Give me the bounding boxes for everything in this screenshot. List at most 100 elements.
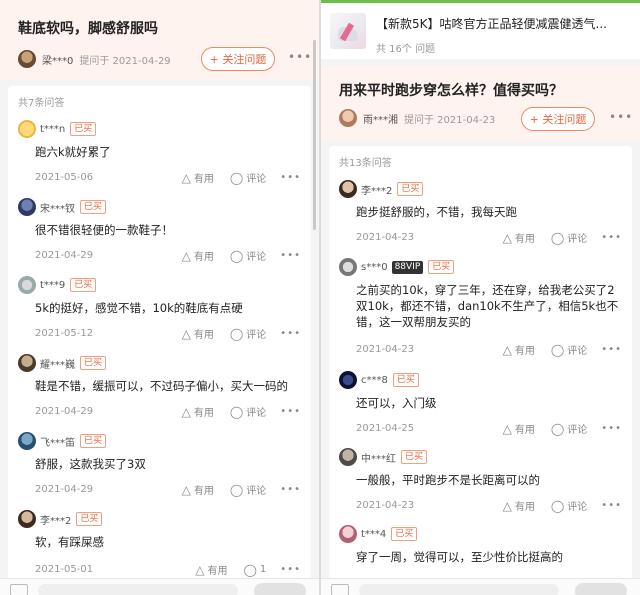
answer-item: t***n 已买 跑六k就好累了 2021-05-06 △ 有用 ◯ 评论 ••• bbox=[8, 120, 311, 198]
more-options-icon[interactable]: ••• bbox=[288, 50, 312, 64]
left-qa-panel: 鞋底软吗，脚感舒服吗 梁***0 提问于 2021-04-29 + 关注问题 •… bbox=[0, 0, 319, 595]
comment-button[interactable]: ◯ 1 bbox=[243, 563, 266, 577]
useful-button[interactable]: △ 有用 bbox=[195, 562, 227, 578]
user-avatar[interactable] bbox=[18, 120, 36, 138]
answer-item: s***0 88VIP 已买 之前买的10k，穿了三年，还在穿，给我老公买了2双10… bbox=[329, 258, 632, 370]
more-dots-icon[interactable]: ••• bbox=[280, 328, 301, 339]
answer-date: 2021-04-23 bbox=[356, 344, 415, 355]
follow-question-button[interactable]: + 关注问题 bbox=[201, 47, 275, 71]
question-header: 鞋底软吗，脚感舒服吗 梁***0 提问于 2021-04-29 + 关注问题 •… bbox=[0, 0, 319, 80]
answer-username: 李***2 bbox=[361, 185, 393, 197]
more-dots-icon[interactable]: ••• bbox=[601, 344, 622, 355]
comment-bubble-icon: ◯ bbox=[550, 230, 565, 245]
user-avatar[interactable] bbox=[339, 371, 357, 389]
answer-text: 跑六k就好累了 bbox=[35, 145, 111, 159]
useful-button[interactable]: △ 有用 bbox=[182, 170, 214, 186]
comment-button[interactable]: ◯ 评论 bbox=[551, 342, 587, 358]
more-dots-icon[interactable]: ••• bbox=[601, 423, 622, 434]
product-header[interactable]: 【新款5K】咕咚官方正品轻便减震健透气... 共 16个 问题 bbox=[321, 3, 640, 59]
question-count: 共 16个 问题 bbox=[376, 44, 436, 55]
question-title: 用来平时跑步穿怎么样？值得买吗？ bbox=[339, 83, 563, 99]
purchased-badge: 已买 bbox=[391, 527, 418, 541]
answer-username: t***9 bbox=[40, 279, 66, 291]
user-avatar[interactable] bbox=[339, 258, 357, 276]
right-qa-panel: 【新款5K】咕咚官方正品轻便减震健透气... 共 16个 问题 用来平时跑步穿怎… bbox=[321, 0, 640, 595]
comment-bubble-icon: ◯ bbox=[229, 170, 244, 185]
answer-item: 李***2 已买 软，有踩屎感 2021-05-01 △ 有用 ◯ 1 ••• bbox=[8, 510, 311, 588]
send-button[interactable] bbox=[254, 583, 306, 595]
answer-text: 5k的挺好，感觉不错，10k的鞋底有点硬 bbox=[35, 301, 243, 315]
purchased-badge: 已买 bbox=[80, 356, 107, 370]
scrollbar[interactable] bbox=[313, 40, 316, 230]
useful-button[interactable]: △ 有用 bbox=[182, 248, 214, 264]
useful-button[interactable]: △ 有用 bbox=[182, 482, 214, 498]
useful-button[interactable]: △ 有用 bbox=[503, 498, 535, 514]
asked-date: 提问于 2021-04-23 bbox=[404, 114, 496, 126]
comment-button[interactable]: ◯ 评论 bbox=[229, 248, 266, 264]
more-dots-icon[interactable]: ••• bbox=[280, 172, 301, 183]
comment-button[interactable]: ◯ 评论 bbox=[551, 421, 587, 437]
thumb-triangle-icon: △ bbox=[502, 421, 512, 436]
comment-bubble-icon: ◯ bbox=[550, 498, 565, 513]
comment-button[interactable]: ◯ 评论 bbox=[230, 404, 266, 420]
comment-input[interactable] bbox=[359, 584, 559, 595]
purchased-badge: 已买 bbox=[70, 122, 97, 136]
user-avatar[interactable] bbox=[18, 276, 36, 294]
follow-question-button[interactable]: + 关注问题 bbox=[521, 107, 595, 131]
answer-date: 2021-04-23 bbox=[356, 500, 415, 511]
comment-bubble-icon: ◯ bbox=[229, 248, 244, 263]
asker-row: 雨***湘 提问于 2021-04-23 bbox=[339, 109, 495, 127]
more-dots-icon[interactable]: ••• bbox=[280, 250, 301, 261]
send-button[interactable] bbox=[575, 583, 627, 595]
user-avatar[interactable] bbox=[18, 510, 36, 528]
more-options-icon[interactable]: ••• bbox=[609, 110, 633, 124]
more-dots-icon[interactable]: ••• bbox=[601, 232, 622, 243]
asker-avatar[interactable] bbox=[18, 50, 36, 68]
answer-count: 共7条问答 bbox=[18, 98, 65, 109]
answers-card: 共7条问答 t***n 已买 跑六k就好累了 2021-05-06 △ 有用 ◯ 评论… bbox=[8, 86, 311, 581]
user-avatar[interactable] bbox=[18, 432, 36, 450]
useful-button[interactable]: △ 有用 bbox=[182, 326, 214, 342]
useful-button[interactable]: △ 有用 bbox=[503, 230, 535, 246]
comment-button[interactable]: ◯ 评论 bbox=[550, 230, 587, 246]
camera-icon[interactable] bbox=[331, 584, 349, 595]
user-avatar[interactable] bbox=[339, 448, 357, 466]
user-avatar[interactable] bbox=[339, 180, 357, 198]
more-dots-icon[interactable]: ••• bbox=[280, 406, 301, 417]
comment-button[interactable]: ◯ 评论 bbox=[229, 482, 266, 498]
comment-input[interactable] bbox=[38, 584, 238, 595]
comment-bubble-icon: ◯ bbox=[229, 482, 244, 497]
answer-text: 还可以，入门级 bbox=[356, 396, 437, 410]
thumb-triangle-icon: △ bbox=[195, 562, 205, 577]
useful-button[interactable]: △ 有用 bbox=[503, 342, 535, 358]
more-dots-icon[interactable]: ••• bbox=[601, 500, 622, 511]
purchased-badge: 已买 bbox=[392, 373, 419, 387]
answer-text: 很不错很轻便的一款鞋子！ bbox=[35, 223, 173, 237]
more-dots-icon[interactable]: ••• bbox=[280, 484, 301, 495]
more-dots-icon[interactable]: ••• bbox=[280, 564, 301, 575]
user-avatar[interactable] bbox=[18, 198, 36, 216]
comment-button[interactable]: ◯ 评论 bbox=[230, 326, 266, 342]
answer-username: 中***红 bbox=[361, 453, 396, 465]
comment-button[interactable]: ◯ 评论 bbox=[550, 498, 587, 514]
user-avatar[interactable] bbox=[18, 354, 36, 372]
useful-button[interactable]: △ 有用 bbox=[502, 421, 535, 437]
answer-username: 飞***笛 bbox=[40, 437, 75, 449]
purchased-badge: 已买 bbox=[428, 260, 455, 274]
product-thumbnail[interactable] bbox=[330, 13, 366, 49]
answer-date: 2021-04-29 bbox=[35, 406, 94, 417]
answer-date: 2021-04-25 bbox=[356, 423, 415, 434]
comment-button[interactable]: ◯ 评论 bbox=[229, 170, 266, 186]
answer-item: 李***2 已买 跑步挺舒服的，不错，我每天跑 2021-04-23 △ 有用 ◯ 评… bbox=[329, 180, 632, 258]
answer-text: 穿了一周，觉得可以，至少性价比挺高的 bbox=[356, 550, 563, 564]
answer-item: t***9 已买 5k的挺好，感觉不错，10k的鞋底有点硬 2021-05-12 … bbox=[8, 276, 311, 354]
answer-item: 中***红 已买 一般般，平时跑步不是长距离可以的 2021-04-23 △ 有用 … bbox=[329, 448, 632, 526]
question-title: 鞋底软吗，脚感舒服吗 bbox=[18, 21, 158, 37]
asker-avatar[interactable] bbox=[339, 109, 357, 127]
vip-badge: 88VIP bbox=[391, 260, 424, 274]
useful-button[interactable]: △ 有用 bbox=[182, 404, 214, 420]
answer-date: 2021-04-29 bbox=[35, 250, 94, 261]
camera-icon[interactable] bbox=[10, 584, 28, 595]
answer-date: 2021-04-29 bbox=[35, 484, 94, 495]
user-avatar[interactable] bbox=[339, 525, 357, 543]
